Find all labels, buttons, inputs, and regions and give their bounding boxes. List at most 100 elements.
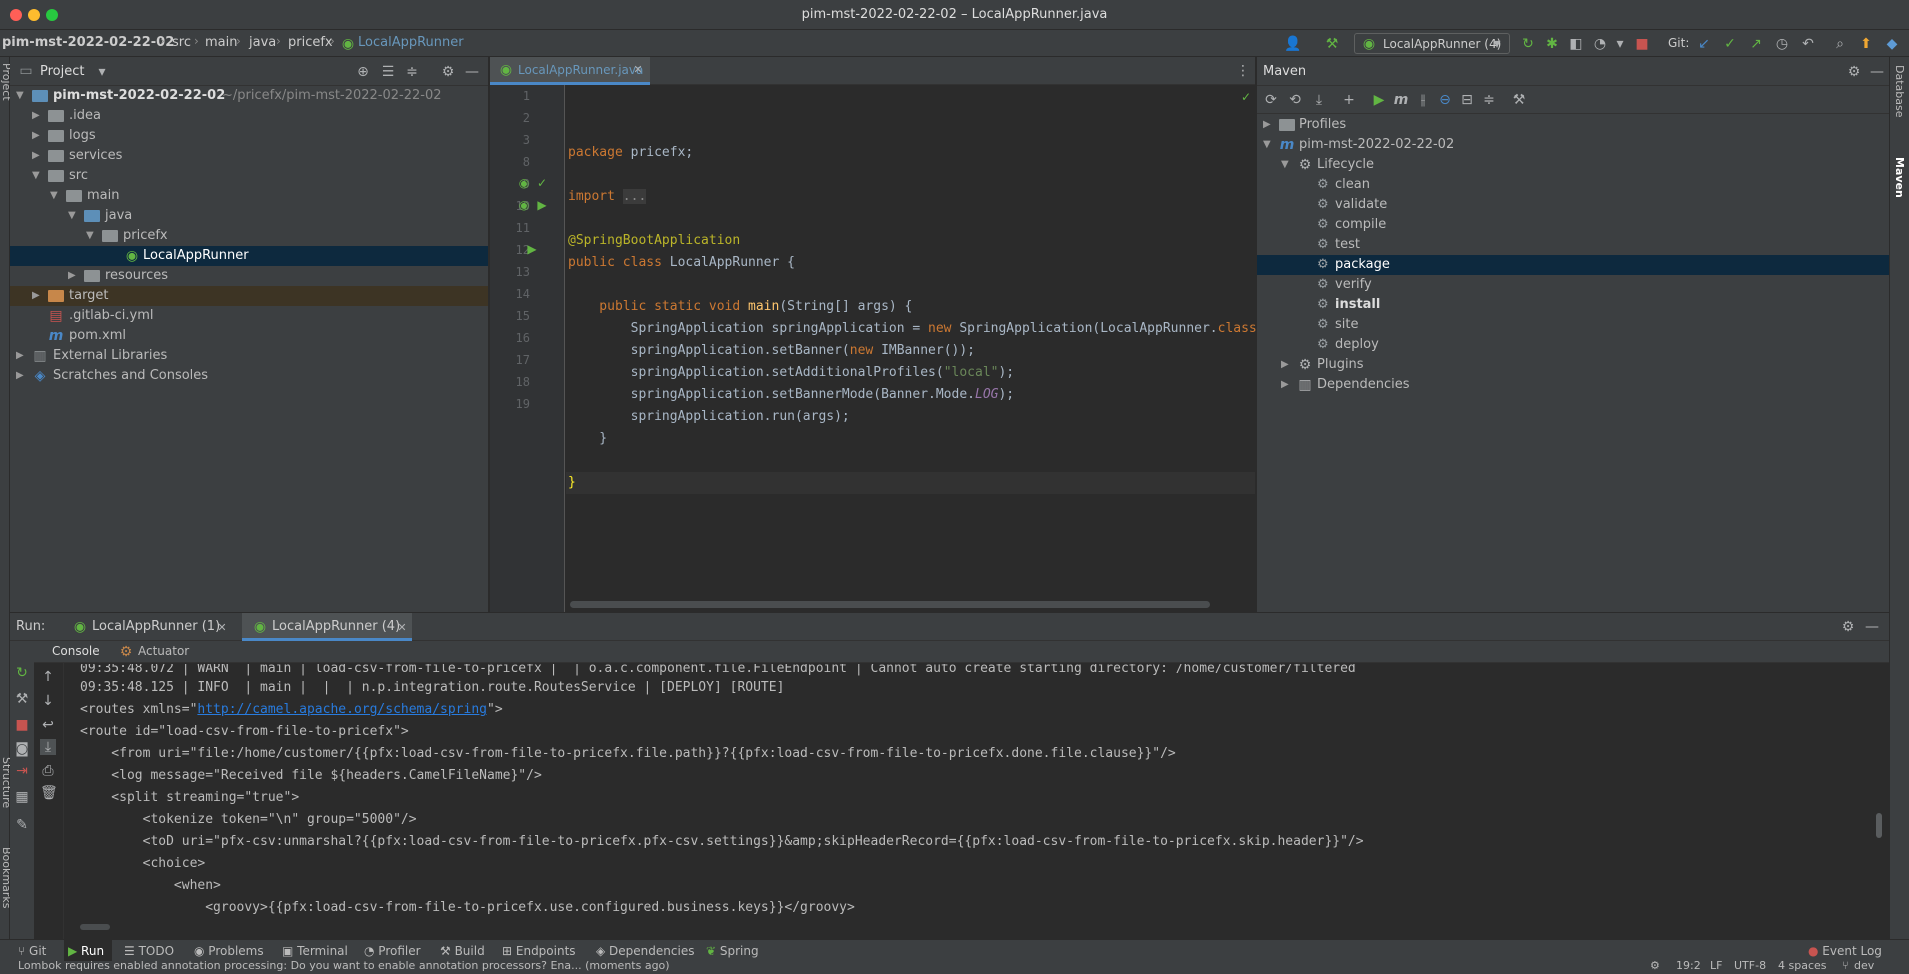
ide-logo-icon[interactable]: ◆ <box>1884 36 1900 52</box>
maven-goal-validate[interactable]: ⚙ validate <box>1257 195 1889 215</box>
git-branch[interactable]: dev <box>1854 959 1874 972</box>
code-line-11[interactable]: public static void main(String[] args) { <box>568 296 912 318</box>
gear-icon[interactable]: ⚙ <box>1846 64 1862 80</box>
code-line-16[interactable]: springApplication.run(args); <box>568 406 850 428</box>
breadcrumb-project[interactable]: pim-mst-2022-02-22-02 <box>2 35 174 50</box>
database-tool-label[interactable]: Database <box>1893 65 1906 118</box>
add-icon[interactable]: + <box>1341 92 1357 108</box>
code-line-1[interactable]: package pricefx; <box>568 142 693 164</box>
code-line-3[interactable]: import ... <box>568 186 647 208</box>
maven-item-dependencies[interactable]: ▶ ▥ Dependencies <box>1257 375 1889 395</box>
maven-goal-verify[interactable]: ⚙ verify <box>1257 275 1889 295</box>
search-icon[interactable]: ⌕ <box>1832 36 1848 52</box>
editor-horizontal-scrollbar[interactable] <box>570 601 1210 608</box>
maven-item-plugins[interactable]: ▶ ⚙ Plugins <box>1257 355 1889 375</box>
camera-icon[interactable]: ◙ <box>14 741 30 757</box>
soft-wrap-icon[interactable]: ↩ <box>40 717 56 733</box>
console-horizontal-scrollbar[interactable] <box>80 924 110 930</box>
tree-item-services[interactable]: ▶ services <box>10 146 488 166</box>
git-update-icon[interactable]: ↙ <box>1696 36 1712 52</box>
folded-imports[interactable]: ... <box>622 189 647 204</box>
caret-position[interactable]: 19:2 <box>1676 959 1701 972</box>
show-dependencies-icon[interactable]: ⊟ <box>1459 92 1475 108</box>
tree-item-java[interactable]: ▼ java <box>10 206 488 226</box>
actuator-tab[interactable]: Actuator <box>138 644 189 658</box>
run-method-gutter-icon[interactable]: ▶ <box>524 241 540 257</box>
console-vertical-scrollbar[interactable] <box>1876 813 1882 838</box>
chevron-down-icon[interactable]: ▾ <box>94 64 110 80</box>
arrow-up-icon[interactable]: ↑ <box>40 669 56 685</box>
project-panel-title[interactable]: Project <box>40 64 84 79</box>
reload-icon[interactable]: ⟳ <box>1263 92 1279 108</box>
code-line-9[interactable]: public class LocalAppRunner { <box>568 252 795 274</box>
tree-item-main[interactable]: ▼ main <box>10 186 488 206</box>
tree-item-pom[interactable]: m pom.xml <box>10 326 488 346</box>
toggle-offline-icon[interactable]: ⫲ <box>1415 92 1431 108</box>
rerun-icon[interactable]: ↻ <box>1520 36 1536 52</box>
tree-item-resources[interactable]: ▶ resources <box>10 266 488 286</box>
maven-goal-site[interactable]: ⚙ site <box>1257 315 1889 335</box>
tree-item-gitlab-ci[interactable]: ▤ .gitlab-ci.yml <box>10 306 488 326</box>
close-tab-icon[interactable]: ✕ <box>394 620 410 636</box>
maven-goal-clean[interactable]: ⚙ clean <box>1257 175 1889 195</box>
skip-tests-icon[interactable]: ⊖ <box>1437 92 1453 108</box>
maven-goal-deploy[interactable]: ⚙ deploy <box>1257 335 1889 355</box>
spring-bean-gutter-icon[interactable]: ◉ <box>516 175 532 191</box>
more-run-options-icon[interactable]: ▾ <box>1612 36 1628 52</box>
locate-icon[interactable]: ⊕ <box>355 64 371 80</box>
generate-sources-icon[interactable]: ⟲ <box>1287 92 1303 108</box>
code-line-19[interactable]: } <box>568 472 576 494</box>
code-line-12[interactable]: SpringApplication springApplication = ne… <box>568 318 1257 340</box>
tree-item-idea[interactable]: ▶ .idea <box>10 106 488 126</box>
no-problems-check-icon[interactable]: ✓ <box>1238 89 1254 105</box>
maven-goal-compile[interactable]: ⚙ compile <box>1257 215 1889 235</box>
tree-item-src[interactable]: ▼ src <box>10 166 488 186</box>
tree-item-scratches[interactable]: ▶ ◈ Scratches and Consoles <box>10 366 488 386</box>
rollback-icon[interactable]: ↶ <box>1800 36 1816 52</box>
file-encoding[interactable]: UTF-8 <box>1734 959 1766 972</box>
git-push-icon[interactable]: ↗ <box>1748 36 1764 52</box>
debug-icon[interactable]: ✱ <box>1544 36 1560 52</box>
coverage-icon[interactable]: ◧ <box>1568 36 1584 52</box>
tree-item-external-libraries[interactable]: ▶ ▥ External Libraries <box>10 346 488 366</box>
line-separator[interactable]: LF <box>1710 959 1722 972</box>
maven-goal-install[interactable]: ⚙ install <box>1257 295 1889 315</box>
stop-icon[interactable]: ■ <box>14 717 30 733</box>
breadcrumb-main[interactable]: main <box>205 35 237 50</box>
expand-all-icon[interactable]: ☰ <box>380 64 396 80</box>
gear-icon[interactable]: ⚙ <box>440 64 456 80</box>
collapse-all-icon[interactable]: ≑ <box>1481 92 1497 108</box>
arrow-down-icon[interactable]: ↓ <box>40 693 56 709</box>
maven-goal-test[interactable]: ⚙ test <box>1257 235 1889 255</box>
build-hammer-icon[interactable]: ⚒ <box>1324 36 1340 52</box>
maven-item-profiles[interactable]: ▶ Profiles <box>1257 115 1889 135</box>
spring-tool-button[interactable]: ❦ Spring <box>706 940 759 962</box>
run-configuration-select[interactable]: ◉ LocalAppRunner (4) ▾ <box>1354 33 1510 54</box>
code-line-13[interactable]: springApplication.setBanner(new IMBanner… <box>568 340 975 362</box>
maven-item-project[interactable]: ▼ m pim-mst-2022-02-22-02 <box>1257 135 1889 155</box>
git-commit-icon[interactable]: ✓ <box>1722 36 1738 52</box>
close-tab-icon[interactable]: ✕ <box>214 620 230 636</box>
maven-tool-label[interactable]: Maven <box>1893 157 1906 198</box>
hide-icon[interactable]: — <box>464 64 480 80</box>
profile-icon[interactable]: ◔ <box>1592 36 1608 52</box>
hide-icon[interactable]: — <box>1864 619 1880 635</box>
collapse-all-icon[interactable]: ≑ <box>404 64 420 80</box>
spring-bean-gutter-icon[interactable]: ◉ <box>516 197 532 213</box>
editor-tab-localapprunner[interactable]: ◉ LocalAppRunner.java ✕ <box>490 57 650 85</box>
run-tab-4[interactable]: ◉ LocalAppRunner (4) ✕ <box>242 613 412 641</box>
rerun-icon[interactable]: ↻ <box>14 665 30 681</box>
wrench-icon[interactable]: ⚒ <box>1511 92 1527 108</box>
code-line-17[interactable]: } <box>568 428 607 450</box>
print-icon[interactable]: ⎙ <box>40 763 56 779</box>
trash-icon[interactable]: 🗑 <box>40 785 58 801</box>
tree-item-pricefx[interactable]: ▼ pricefx <box>10 226 488 246</box>
console-link[interactable]: http://camel.apache.org/schema/spring <box>197 702 487 717</box>
stop-icon[interactable]: ■ <box>1634 36 1650 52</box>
breadcrumb-pricefx[interactable]: pricefx <box>288 35 333 50</box>
code-line-8[interactable]: @SpringBootApplication <box>568 230 740 252</box>
hide-icon[interactable]: — <box>1869 64 1885 80</box>
tree-item-project-root[interactable]: ▼ pim-mst-2022-02-22-02 ~/pricefx/pim-ms… <box>10 86 488 106</box>
gear-icon[interactable]: ⚙ <box>1840 619 1856 635</box>
pin-icon[interactable]: ✎ <box>14 817 30 833</box>
